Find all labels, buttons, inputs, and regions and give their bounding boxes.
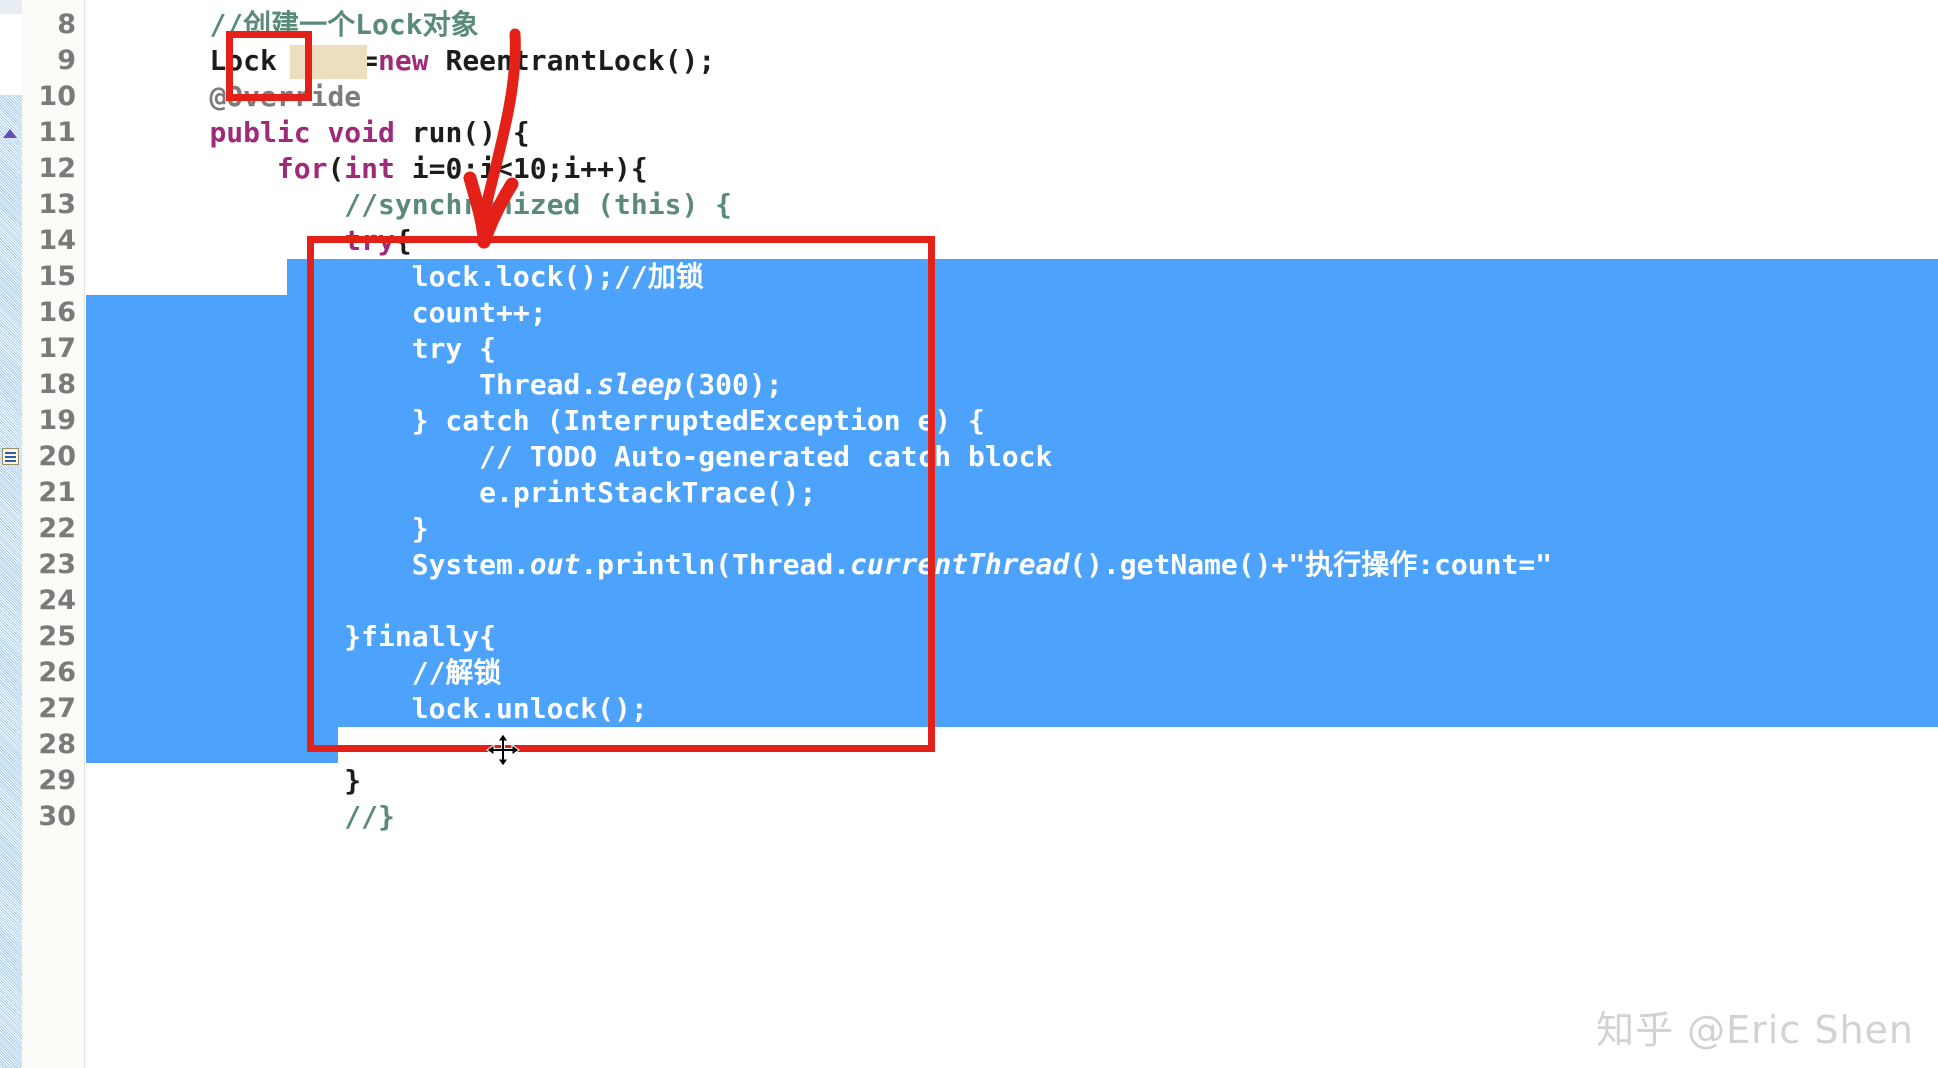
screenshot-root: 8 9 10 11 12 13 14 15 16 17 18 19 20 21 22 23 24 25 26 27 28…	[0, 0, 1938, 1068]
line-number: 19	[38, 405, 76, 436]
line-number: 28	[38, 729, 76, 760]
line-number: 27	[38, 693, 76, 724]
line-number-gutter[interactable]: 8 9 10 11 12 13 14 15 16 17 18 19 20 21 22 23 24 25 26 27 28…	[22, 0, 103, 1068]
code-line[interactable]: //synchronized (this) {	[142, 187, 732, 223]
code-token: run() {	[411, 116, 530, 149]
line-number: 21	[38, 477, 76, 508]
code-line[interactable]: // TODO Auto-generated catch block	[142, 439, 1052, 475]
annotation-ruler[interactable]	[0, 0, 22, 1068]
override-indicator-icon[interactable]	[3, 129, 17, 138]
code-token: (300);	[681, 368, 783, 401]
code-token: }	[142, 764, 362, 797]
line-number: 29	[38, 765, 76, 796]
code-token: e.printStackTrace();	[142, 476, 817, 509]
line-number: 17	[38, 333, 76, 364]
line-number: 14	[38, 225, 76, 256]
code-token: //创建一个Lock对象	[209, 8, 479, 41]
code-line[interactable]: } catch (InterruptedException e) {	[142, 403, 985, 439]
code-token: }finally{	[142, 620, 497, 653]
code-line[interactable]: //创建一个Lock对象	[142, 7, 479, 43]
code-line[interactable]: }	[142, 727, 361, 763]
line-number: 20	[38, 441, 76, 472]
code-token: ().getName()+"执行操作:count="	[1069, 548, 1553, 581]
code-token: try {	[142, 332, 497, 365]
code-line[interactable]: for(int i=0;i<10;i++){	[142, 151, 648, 187]
code-token: new	[378, 44, 429, 77]
code-line[interactable]: @Override	[142, 79, 361, 115]
line-number: 13	[38, 189, 76, 220]
code-editor-area[interactable]: //创建一个Lock对象 Lock lock=new ReentrantLock…	[86, 0, 1938, 1068]
todo-task-marker-icon[interactable]	[2, 448, 19, 465]
code-line[interactable]: Thread.sleep(300);	[142, 367, 783, 403]
code-line[interactable]: //解锁	[142, 655, 502, 691]
line-number: 12	[38, 153, 76, 184]
code-token: count++;	[142, 296, 547, 329]
code-token: for	[276, 152, 328, 185]
code-token: out	[529, 548, 581, 581]
code-token: // TODO Auto-generated catch block	[142, 440, 1053, 473]
line-number: 15	[38, 261, 76, 292]
line-number: 22	[38, 513, 76, 544]
code-line[interactable]: lock.lock();//加锁	[142, 259, 704, 295]
line-number: 25	[38, 621, 76, 652]
ruler-top-cap	[0, 0, 22, 14]
code-token: sleep	[597, 368, 682, 401]
code-token: int	[344, 152, 395, 185]
line-number: 23	[38, 549, 76, 580]
code-token: }	[142, 512, 429, 545]
code-line[interactable]: Lock lock=new ReentrantLock();	[142, 43, 715, 79]
code-line[interactable]: lock.unlock();	[142, 691, 648, 727]
code-line[interactable]: }finally{	[142, 619, 496, 655]
code-token: //解锁	[142, 656, 502, 689]
code-token: (	[327, 152, 345, 185]
code-token: }	[142, 728, 362, 761]
line-number: 26	[38, 657, 76, 688]
occurrence-highlight-lock	[289, 45, 368, 79]
code-token: {	[394, 224, 412, 257]
code-token: ReentrantLock();	[428, 44, 716, 77]
code-line[interactable]: System.out.println(Thread.currentThread(…	[142, 547, 1552, 583]
line-number: 16	[38, 297, 76, 328]
line-number: 11	[38, 117, 76, 148]
code-token: i=0;i<10;i++){	[394, 152, 648, 185]
code-line[interactable]: }	[142, 511, 429, 547]
code-token: //synchronized (this) {	[344, 188, 733, 221]
code-line[interactable]: try{	[142, 223, 412, 259]
code-token: //}	[344, 800, 395, 833]
ruler-overview-band[interactable]	[0, 95, 22, 1068]
code-line[interactable]: public void run() {	[142, 115, 530, 151]
line-number: 30	[38, 801, 76, 832]
code-line[interactable]: try {	[142, 331, 496, 367]
code-token: try	[344, 224, 395, 257]
line-number: 8	[57, 9, 76, 40]
code-token: Thread.	[142, 368, 598, 401]
watermark: 知乎 @Eric Shen	[1596, 1008, 1914, 1052]
code-line[interactable]: e.printStackTrace();	[142, 475, 816, 511]
code-token: @Override	[209, 80, 362, 113]
code-line[interactable]: //}	[142, 799, 395, 835]
code-token: lock.lock();//加锁	[142, 260, 704, 293]
code-token: Lock	[209, 44, 294, 77]
code-token: lock.unlock();	[142, 692, 648, 725]
code-token: public void	[209, 116, 412, 149]
code-token: } catch (InterruptedException e) {	[142, 404, 985, 437]
line-number: 10	[38, 81, 76, 112]
code-token: currentThread	[850, 548, 1070, 581]
line-number: 18	[38, 369, 76, 400]
code-line[interactable]: }	[142, 763, 361, 799]
code-line[interactable]: count++;	[142, 295, 547, 331]
code-token: System.	[142, 548, 530, 581]
line-number: 24	[38, 585, 76, 616]
line-number: 9	[57, 45, 76, 76]
code-token: .println(Thread.	[580, 548, 851, 581]
